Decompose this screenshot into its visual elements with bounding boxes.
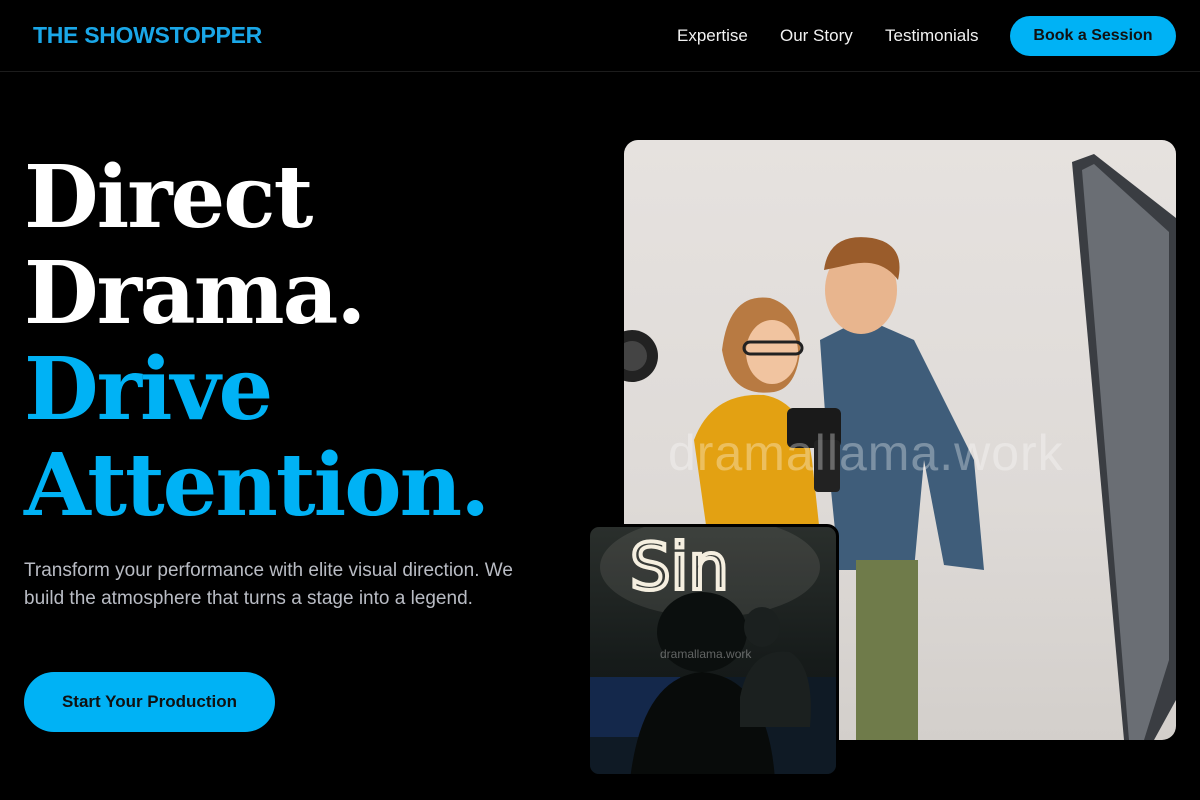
book-session-button[interactable]: Book a Session — [1010, 16, 1176, 56]
headline-line-3: Drive — [24, 339, 273, 440]
nav-link-expertise[interactable]: Expertise — [677, 26, 748, 46]
headline-line-4: Attention. — [24, 435, 490, 536]
nav-link-our-story[interactable]: Our Story — [780, 26, 853, 46]
hero-subtext: Transform your performance with elite vi… — [24, 560, 513, 609]
hero-photo-small: Sin dramallama.work — [587, 524, 839, 777]
small-photo-watermark: dramallama.work — [660, 647, 752, 661]
nav-link-testimonials[interactable]: Testimonials — [885, 26, 979, 46]
svg-text:Sin: Sin — [630, 531, 729, 605]
hero-headline: Direct Drama. Drive Attention. — [24, 147, 490, 536]
main-photo-watermark: dramallama.work — [668, 425, 1064, 481]
brand-logo[interactable]: THE SHOWSTOPPER — [33, 22, 262, 49]
headline-line-2: Drama. — [24, 243, 366, 344]
top-nav: THE SHOWSTOPPER Expertise Our Story Test… — [0, 0, 1200, 72]
start-production-button[interactable]: Start Your Production — [24, 672, 275, 732]
headline-line-1: Direct — [24, 147, 313, 248]
